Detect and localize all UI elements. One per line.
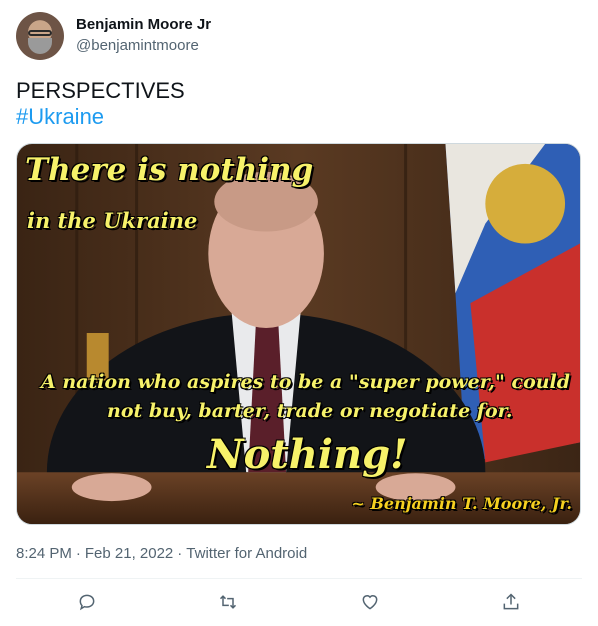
- image-caption-headline: There is nothing: [25, 152, 314, 188]
- author-name[interactable]: Benjamin Moore Jr: [76, 16, 211, 34]
- tweet-metadata: 8:24 PM · Feb 21, 2022 · Twitter for Android: [16, 545, 307, 562]
- share-button[interactable]: [441, 578, 583, 626]
- tweet-date[interactable]: Feb 21, 2022: [85, 545, 173, 562]
- share-icon: [503, 593, 519, 610]
- image-signature: ~ Benjamin T. Moore, Jr.: [351, 494, 572, 513]
- retweet-button[interactable]: [158, 578, 300, 626]
- author-handle[interactable]: @benjamintmoore: [76, 37, 211, 55]
- avatar-glasses: [28, 30, 52, 36]
- avatar-beard: [28, 38, 52, 54]
- image-caption-subline: in the Ukraine: [27, 208, 198, 233]
- avatar[interactable]: [16, 12, 64, 60]
- action-bar: [16, 578, 582, 626]
- tweet-text: PERSPECTIVES #Ukraine: [16, 78, 185, 130]
- tweet-body: PERSPECTIVES: [16, 78, 185, 103]
- image-caption-line3: A nation who aspires to be a "super powe…: [41, 371, 571, 393]
- meta-separator: ·: [177, 545, 183, 562]
- tweet-time[interactable]: 8:24 PM: [16, 545, 72, 562]
- hashtag-link[interactable]: #Ukraine: [16, 104, 185, 130]
- image-caption-nothing: Nothing!: [207, 431, 408, 478]
- like-button[interactable]: [299, 578, 441, 626]
- meta-separator: ·: [75, 545, 81, 562]
- reply-button[interactable]: [16, 578, 158, 626]
- retweet-icon: [220, 595, 237, 609]
- tweet-source[interactable]: Twitter for Android: [186, 545, 307, 562]
- tweet-image[interactable]: There is nothing in the Ukraine A nation…: [16, 143, 581, 525]
- heart-icon: [362, 595, 378, 610]
- image-caption-line4: not buy, barter, trade or negotiate for.: [107, 400, 513, 422]
- reply-icon: [79, 594, 95, 611]
- author-info: Benjamin Moore Jr @benjamintmoore: [76, 16, 211, 55]
